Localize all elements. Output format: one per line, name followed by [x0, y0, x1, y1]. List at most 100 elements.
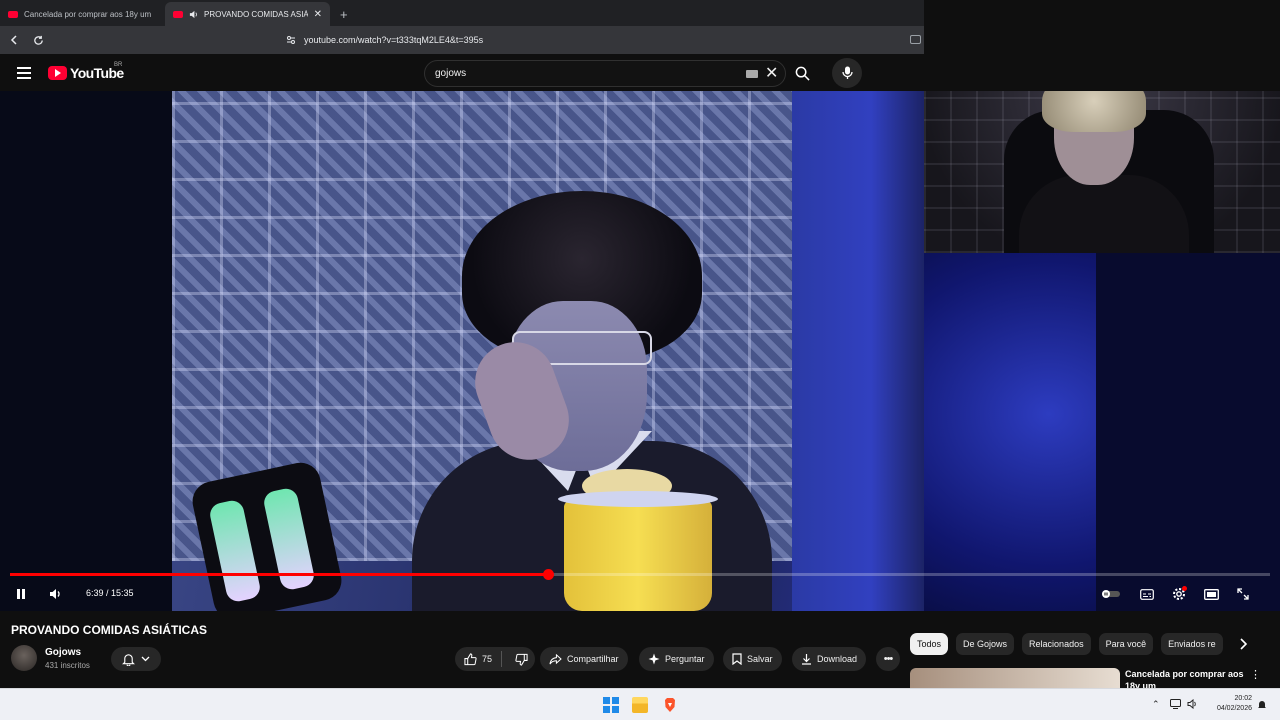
notification-icon[interactable] — [1257, 699, 1267, 710]
theater-mode-icon — [1203, 588, 1219, 600]
microphone-icon — [841, 66, 853, 79]
fullscreen-icon — [1237, 588, 1249, 600]
share-button[interactable]: Compartilhar — [540, 647, 628, 671]
more-horizontal-icon: ••• — [883, 653, 894, 665]
bookmark-icon — [732, 653, 742, 665]
video-title: PROVANDO COMIDAS ASIÁTICAS — [11, 623, 208, 637]
clear-search-icon[interactable]: ✕ — [765, 63, 778, 83]
settings-button[interactable] — [1169, 584, 1189, 604]
site-info-icon — [287, 36, 295, 44]
video-frame[interactable] — [172, 91, 924, 611]
windows-taskbar: ⌃ 20:02 04/02/2026 — [0, 688, 1280, 720]
screen: Cancelada por comprar aos 18y um PROVAND… — [0, 0, 1280, 720]
share-icon — [549, 653, 562, 664]
pause-icon — [17, 589, 25, 599]
clock-time: 20:02 — [1234, 695, 1252, 702]
system-clock[interactable]: 20:02 04/02/2026 — [1206, 694, 1252, 714]
side-panel-icon[interactable] — [910, 35, 921, 44]
chip-recently-uploaded[interactable]: Enviados re — [1161, 633, 1223, 655]
more-vertical-icon[interactable]: ⋮ — [1250, 668, 1261, 681]
recommendation-title[interactable]: Cancelada por comprar aos 18y um — [1125, 668, 1245, 688]
chip-related[interactable]: Relacionados — [1022, 633, 1091, 655]
progress-played — [10, 573, 549, 576]
streamer-webcam-overlay — [924, 91, 1280, 253]
reload-icon — [33, 35, 43, 45]
voice-search-button[interactable] — [832, 58, 862, 88]
chip-for-you[interactable]: Para você — [1098, 633, 1154, 655]
save-button[interactable]: Salvar — [723, 647, 782, 671]
pause-button[interactable] — [11, 584, 31, 604]
ask-label: Perguntar — [665, 654, 705, 664]
recommendation-chips: Todos De Gojows Relacionados Para você E… — [910, 633, 1223, 655]
fullscreen-button[interactable] — [1233, 584, 1253, 604]
windows-start-icon[interactable] — [603, 697, 619, 713]
ask-button[interactable]: Perguntar — [639, 647, 714, 671]
clock-date: 04/02/2026 — [1216, 705, 1252, 712]
browser-tab-2[interactable]: PROVANDO COMIDAS ASIÁTI ✕ — [165, 2, 330, 26]
address-bar[interactable]: youtube.com/watch?v=t333tqM2LE4&t=395s — [280, 30, 880, 50]
like-count[interactable]: 75 — [482, 654, 492, 664]
download-icon — [802, 654, 811, 665]
player-controls: 6:39 / 15:35 — [0, 579, 1280, 609]
channel-name[interactable]: Gojows — [45, 647, 81, 658]
hamburger-menu-icon[interactable] — [17, 67, 31, 79]
tab-close-icon[interactable]: ✕ — [314, 9, 322, 20]
like-dislike-group: 75 — [455, 647, 535, 671]
youtube-header: YouTube BR gojows ✕ — [0, 54, 924, 92]
browser-tabbar: Cancelada por comprar aos 18y um PROVAND… — [0, 0, 924, 26]
tab-title: Cancelada por comprar aos 18y um — [24, 9, 152, 19]
tab-title: PROVANDO COMIDAS ASIÁTI — [204, 9, 308, 19]
network-icon[interactable] — [1170, 699, 1181, 709]
background-light-panel — [924, 253, 1280, 611]
search-input[interactable]: gojows ✕ — [424, 60, 786, 87]
share-label: Compartilhar — [567, 654, 619, 664]
search-icon — [795, 66, 810, 81]
search-button[interactable] — [786, 60, 818, 87]
browser-tab-1[interactable]: Cancelada por comprar aos 18y um — [0, 2, 165, 26]
volume-icon — [49, 589, 60, 599]
youtube-favicon-icon — [173, 10, 183, 18]
browser-toolbar: youtube.com/watch?v=t333tqM2LE4&t=395s — [0, 26, 924, 54]
subtitles-icon — [1140, 588, 1154, 600]
chevron-right-icon[interactable] — [1236, 636, 1250, 652]
back-button[interactable] — [4, 30, 24, 50]
youtube-play-logo-icon — [48, 66, 67, 80]
video-player[interactable]: 6:39 / 15:35 — [0, 91, 1280, 611]
more-actions-button[interactable]: ••• — [876, 647, 900, 671]
reload-button[interactable] — [28, 30, 48, 50]
dislike-icon[interactable] — [515, 653, 528, 666]
autoplay-toggle-icon — [1102, 590, 1120, 598]
volume-tray-icon[interactable] — [1187, 699, 1198, 709]
chip-from-channel[interactable]: De Gojows — [956, 633, 1015, 655]
youtube-favicon-icon — [8, 10, 18, 18]
recommendation-thumbnail[interactable] — [910, 668, 1120, 690]
autoplay-toggle[interactable] — [1101, 584, 1121, 604]
new-tab-button[interactable]: + — [330, 2, 358, 26]
keyboard-icon[interactable] — [746, 70, 758, 78]
chevron-up-icon[interactable]: ⌃ — [1152, 699, 1160, 710]
bell-icon — [122, 653, 135, 666]
like-icon[interactable] — [464, 652, 477, 666]
speaker-icon — [189, 10, 197, 18]
subtitles-button[interactable] — [1137, 584, 1157, 604]
youtube-logo[interactable]: YouTube BR — [48, 62, 124, 81]
subscriber-count: 431 inscritos — [45, 661, 90, 670]
download-button[interactable]: Download — [792, 647, 867, 671]
chip-all[interactable]: Todos — [910, 633, 949, 655]
back-arrow-icon — [10, 35, 17, 45]
channel-avatar[interactable] — [11, 645, 37, 671]
chevron-down-icon — [141, 656, 150, 662]
progress-bar[interactable] — [10, 569, 1270, 580]
file-explorer-icon[interactable] — [632, 697, 648, 713]
search-value: gojows — [435, 68, 467, 79]
brave-browser-icon[interactable] — [662, 697, 678, 713]
url-text: youtube.com/watch?v=t333tqM2LE4&t=395s — [304, 35, 484, 45]
theater-mode-button[interactable] — [1201, 584, 1221, 604]
sparkle-icon — [648, 653, 660, 665]
notification-bell-button[interactable] — [111, 647, 161, 671]
logo-region: BR — [114, 62, 123, 68]
download-label: Download — [817, 654, 858, 664]
volume-button[interactable] — [45, 584, 65, 604]
gear-icon — [1173, 586, 1187, 600]
save-label: Salvar — [747, 654, 773, 664]
